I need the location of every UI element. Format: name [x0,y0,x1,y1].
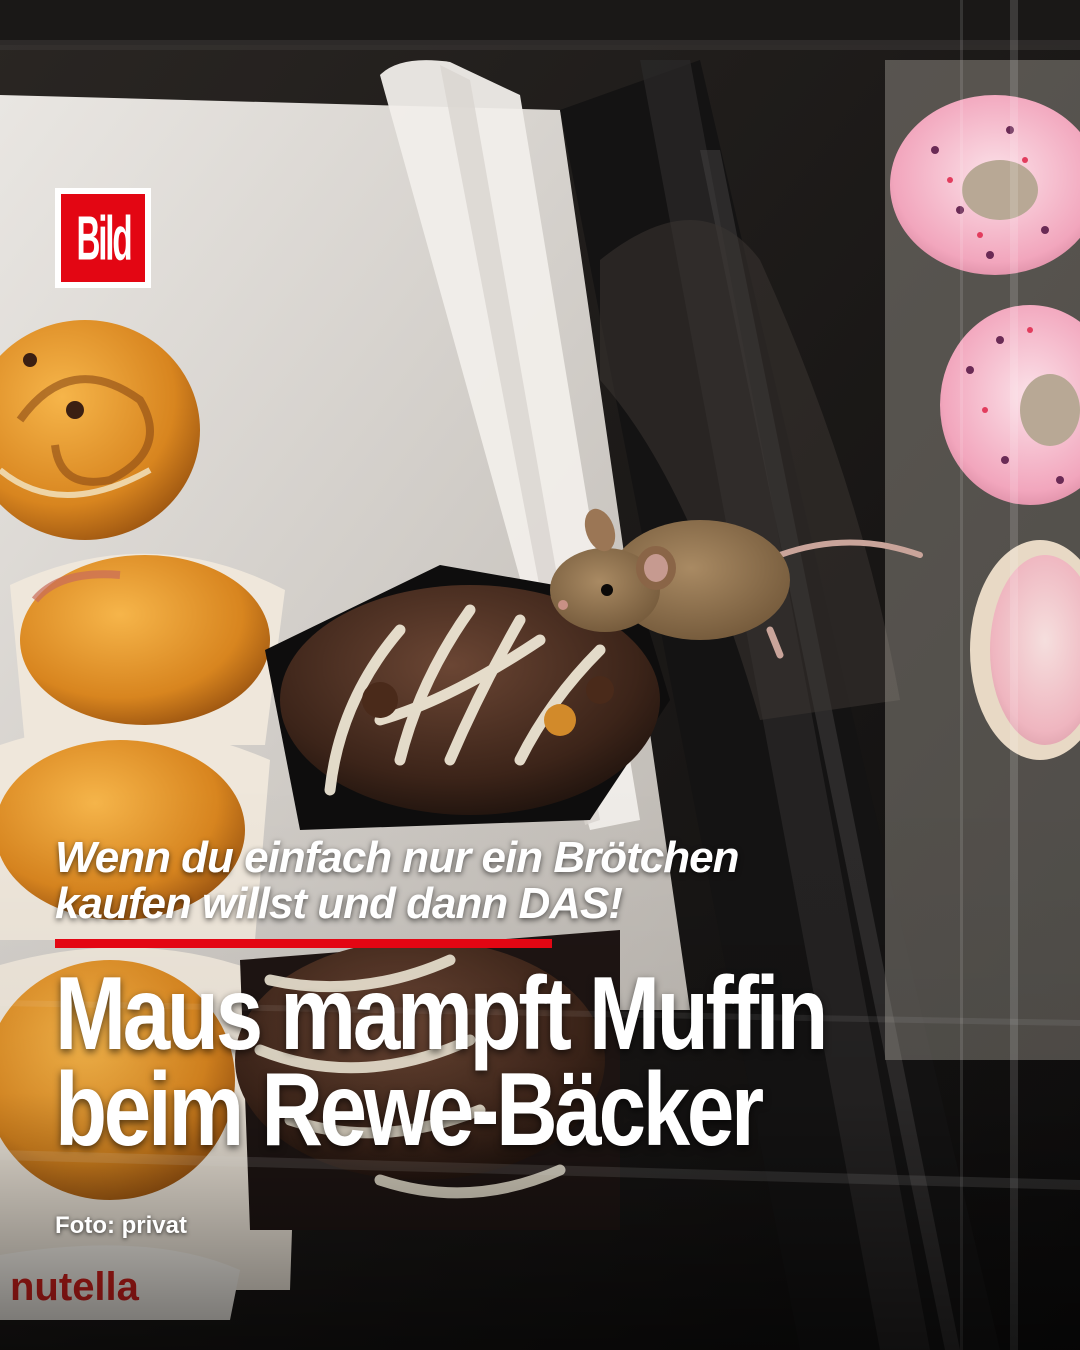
headline-line-1: Maus mampft Muffin [55,956,828,1072]
social-post-card: nutella [0,0,1080,1350]
bild-logo: Bild [55,188,151,288]
headline: Maus mampft Muffin beim Rewe-Bäcker [55,956,1035,1168]
headline-line-2: beim Rewe-Bäcker [55,1052,764,1168]
caption-overlay: Wenn du einfach nur ein Brötchen kaufen … [55,835,1035,1168]
bild-logo-text: Bild [76,202,132,274]
red-divider [55,939,552,948]
photo-credit: Foto: privat [55,1212,187,1239]
kicker-line-2: kaufen willst und dann DAS! [55,879,623,928]
kicker-line-1: Wenn du einfach nur ein Brötchen [55,833,739,882]
kicker: Wenn du einfach nur ein Brötchen kaufen … [55,835,1035,927]
